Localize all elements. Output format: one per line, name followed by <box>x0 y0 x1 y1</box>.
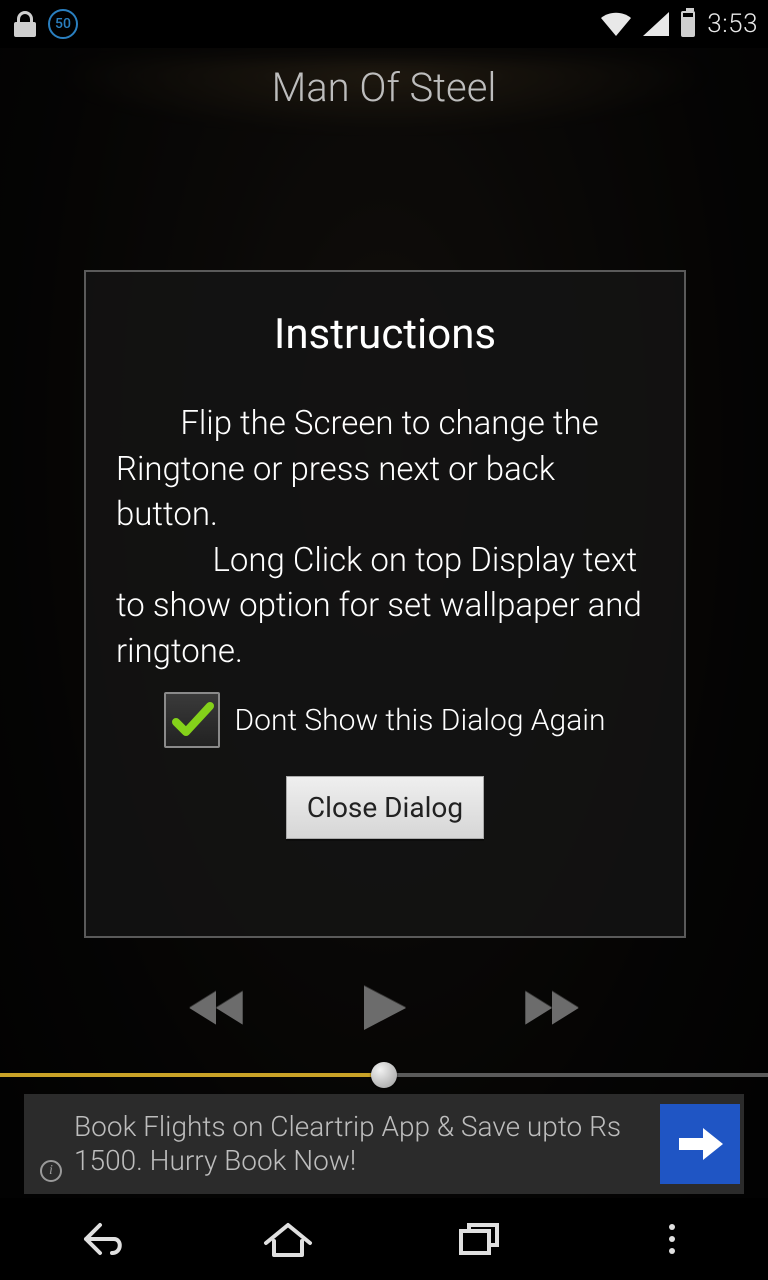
fast-forward-button[interactable] <box>522 978 582 1038</box>
dont-show-checkbox[interactable] <box>164 692 220 748</box>
play-button[interactable] <box>354 978 414 1038</box>
system-nav-bar <box>0 1198 768 1280</box>
ad-text: Book Flights on Cleartrip App & Save upt… <box>74 1110 660 1177</box>
page-title[interactable]: Man Of Steel <box>272 64 497 111</box>
ad-arrow-button[interactable] <box>660 1104 740 1184</box>
rewind-button[interactable] <box>186 978 246 1038</box>
ad-info-icon[interactable]: i <box>40 1160 62 1182</box>
recent-apps-button[interactable] <box>450 1214 510 1264</box>
more-icon <box>669 1224 675 1254</box>
cell-signal-icon <box>643 12 669 36</box>
ad-banner[interactable]: i Book Flights on Cleartrip App & Save u… <box>24 1094 744 1194</box>
close-dialog-button[interactable]: Close Dialog <box>286 776 484 839</box>
status-bar: 50 3:53 <box>0 0 768 48</box>
seek-bar[interactable] <box>0 1056 768 1094</box>
dialog-body-text: Flip the Screen to change the Ringtone o… <box>116 401 654 674</box>
menu-button[interactable] <box>642 1214 702 1264</box>
back-button[interactable] <box>66 1214 126 1264</box>
lock-icon <box>14 11 36 37</box>
home-button[interactable] <box>258 1214 318 1264</box>
wifi-icon <box>601 12 631 36</box>
dialog-title: Instructions <box>116 310 654 359</box>
playback-controls <box>0 978 768 1038</box>
instructions-dialog: Instructions Flip the Screen to change t… <box>84 270 686 938</box>
speed-badge-icon: 50 <box>48 9 78 39</box>
dont-show-label: Dont Show this Dialog Again <box>234 703 605 738</box>
seek-thumb[interactable] <box>371 1062 397 1088</box>
battery-icon <box>681 11 695 37</box>
app-header: Man Of Steel <box>0 48 768 126</box>
status-clock: 3:53 <box>707 9 758 39</box>
